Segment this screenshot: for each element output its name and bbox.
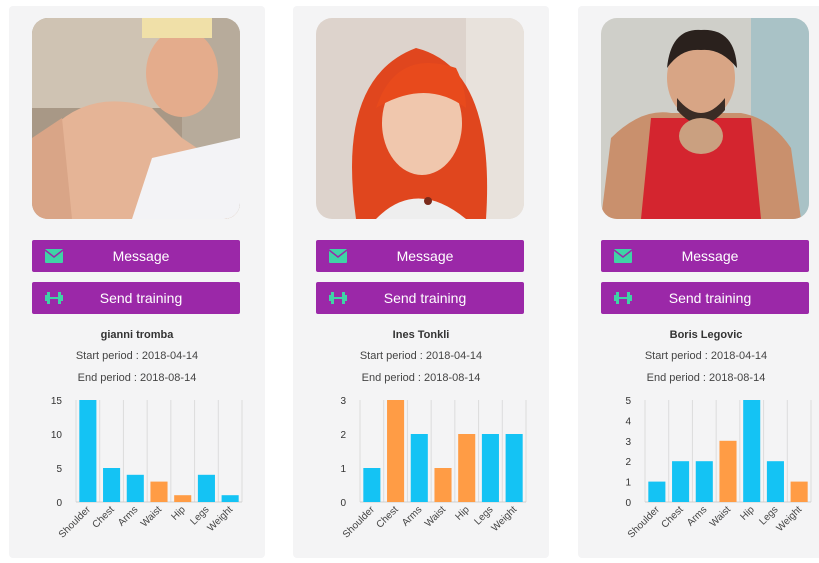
measurement-chart: 012345ShoulderChest ArmsWaist Hip LegsWeigh…	[625, 396, 812, 541]
measurement-chart: 051015ShoulderChest ArmsWaist Hip LegsWeigh…	[51, 396, 243, 541]
bar-shoulder	[363, 468, 381, 502]
send-training-button-label: Send training	[99, 290, 183, 306]
send-training-button[interactable]: Send training	[316, 282, 524, 314]
measurement-chart: 0123ShoulderChest ArmsWaist Hip LegsWeight	[340, 396, 527, 541]
bar-legs	[481, 434, 499, 502]
bar-chest	[103, 468, 121, 502]
message-button-label: Message	[396, 248, 454, 264]
bar-hip	[458, 434, 476, 502]
user-card: Message Send training Boris Legovic Star…	[578, 6, 819, 558]
send-training-button[interactable]: Send training	[601, 282, 809, 314]
x-tick-label: Waist	[139, 504, 164, 529]
y-tick-label: 0	[340, 498, 346, 509]
y-tick-label: 3	[625, 437, 631, 448]
y-tick-label: 3	[340, 396, 346, 407]
bar-hip	[743, 400, 761, 502]
bar-arms	[695, 461, 713, 502]
user-photo	[601, 18, 809, 219]
x-tick-label: Shoulder	[57, 504, 94, 541]
x-tick-label: Waist	[423, 504, 448, 529]
bar-waist	[719, 440, 737, 502]
x-tick-label: Chest	[374, 504, 400, 530]
user-card: Message Send training gianni tromba Star…	[9, 6, 265, 558]
end-period: End period : 2018-08-14	[361, 372, 481, 384]
bar-chest	[672, 461, 690, 502]
user-photo	[32, 18, 240, 219]
start-period: Start period : 2018-04-14	[359, 350, 483, 362]
y-tick-label: 0	[625, 498, 631, 509]
x-tick-label: Hip	[738, 504, 757, 523]
x-tick-label: Hip	[453, 504, 472, 523]
user-name: Boris Legovic	[669, 329, 743, 341]
bar-legs	[766, 461, 784, 502]
y-tick-label: 4	[625, 416, 631, 427]
x-tick-label: Arms	[400, 504, 424, 528]
bar-chest	[387, 400, 405, 502]
y-tick-label: 1	[625, 478, 631, 489]
message-button[interactable]: Message	[601, 240, 809, 272]
x-tick-label: Hip	[169, 504, 188, 523]
x-tick-label: Weight	[775, 504, 805, 534]
bar-weight	[221, 495, 239, 502]
bar-legs	[197, 474, 215, 502]
y-tick-label: 2	[340, 430, 346, 441]
send-training-button[interactable]: Send training	[32, 282, 240, 314]
x-tick-label: Waist	[708, 504, 733, 529]
x-tick-label: Shoulder	[341, 504, 378, 541]
user-card: Message Send training Ines Tonkli Start …	[293, 6, 549, 558]
y-tick-label: 5	[56, 464, 62, 475]
bar-arms	[410, 434, 428, 502]
send-training-button-label: Send training	[383, 290, 467, 306]
bar-waist	[434, 468, 452, 502]
user-photo	[316, 18, 524, 219]
message-button-label: Message	[681, 248, 739, 264]
end-period: End period : 2018-08-14	[646, 372, 766, 384]
user-name: Ines Tonkli	[392, 329, 450, 341]
user-name: gianni tromba	[100, 329, 174, 341]
x-tick-label: Arms	[116, 504, 140, 528]
send-training-button-label: Send training	[668, 290, 752, 306]
bar-arms	[126, 474, 144, 502]
x-tick-label: Chest	[659, 504, 685, 530]
x-tick-label: Arms	[685, 504, 709, 528]
y-tick-label: 2	[625, 457, 631, 468]
bar-hip	[174, 495, 192, 502]
y-tick-label: 10	[51, 430, 63, 441]
y-tick-label: 1	[340, 464, 346, 475]
bar-waist	[150, 481, 168, 502]
y-tick-label: 0	[56, 498, 62, 509]
bar-weight	[505, 434, 523, 502]
y-tick-label: 15	[51, 396, 63, 407]
message-button-label: Message	[112, 248, 170, 264]
bar-shoulder	[648, 481, 666, 502]
x-tick-label: Chest	[90, 504, 116, 530]
start-period: Start period : 2018-04-14	[75, 350, 199, 362]
x-tick-label: Shoulder	[626, 504, 663, 541]
bar-shoulder	[79, 400, 97, 502]
message-button[interactable]: Message	[32, 240, 240, 272]
x-tick-label: Weight	[490, 504, 520, 534]
message-button[interactable]: Message	[316, 240, 524, 272]
bar-weight	[790, 481, 808, 502]
y-tick-label: 5	[625, 396, 631, 407]
x-tick-label: Weight	[206, 504, 236, 534]
start-period: Start period : 2018-04-14	[644, 350, 768, 362]
end-period: End period : 2018-08-14	[77, 372, 197, 384]
